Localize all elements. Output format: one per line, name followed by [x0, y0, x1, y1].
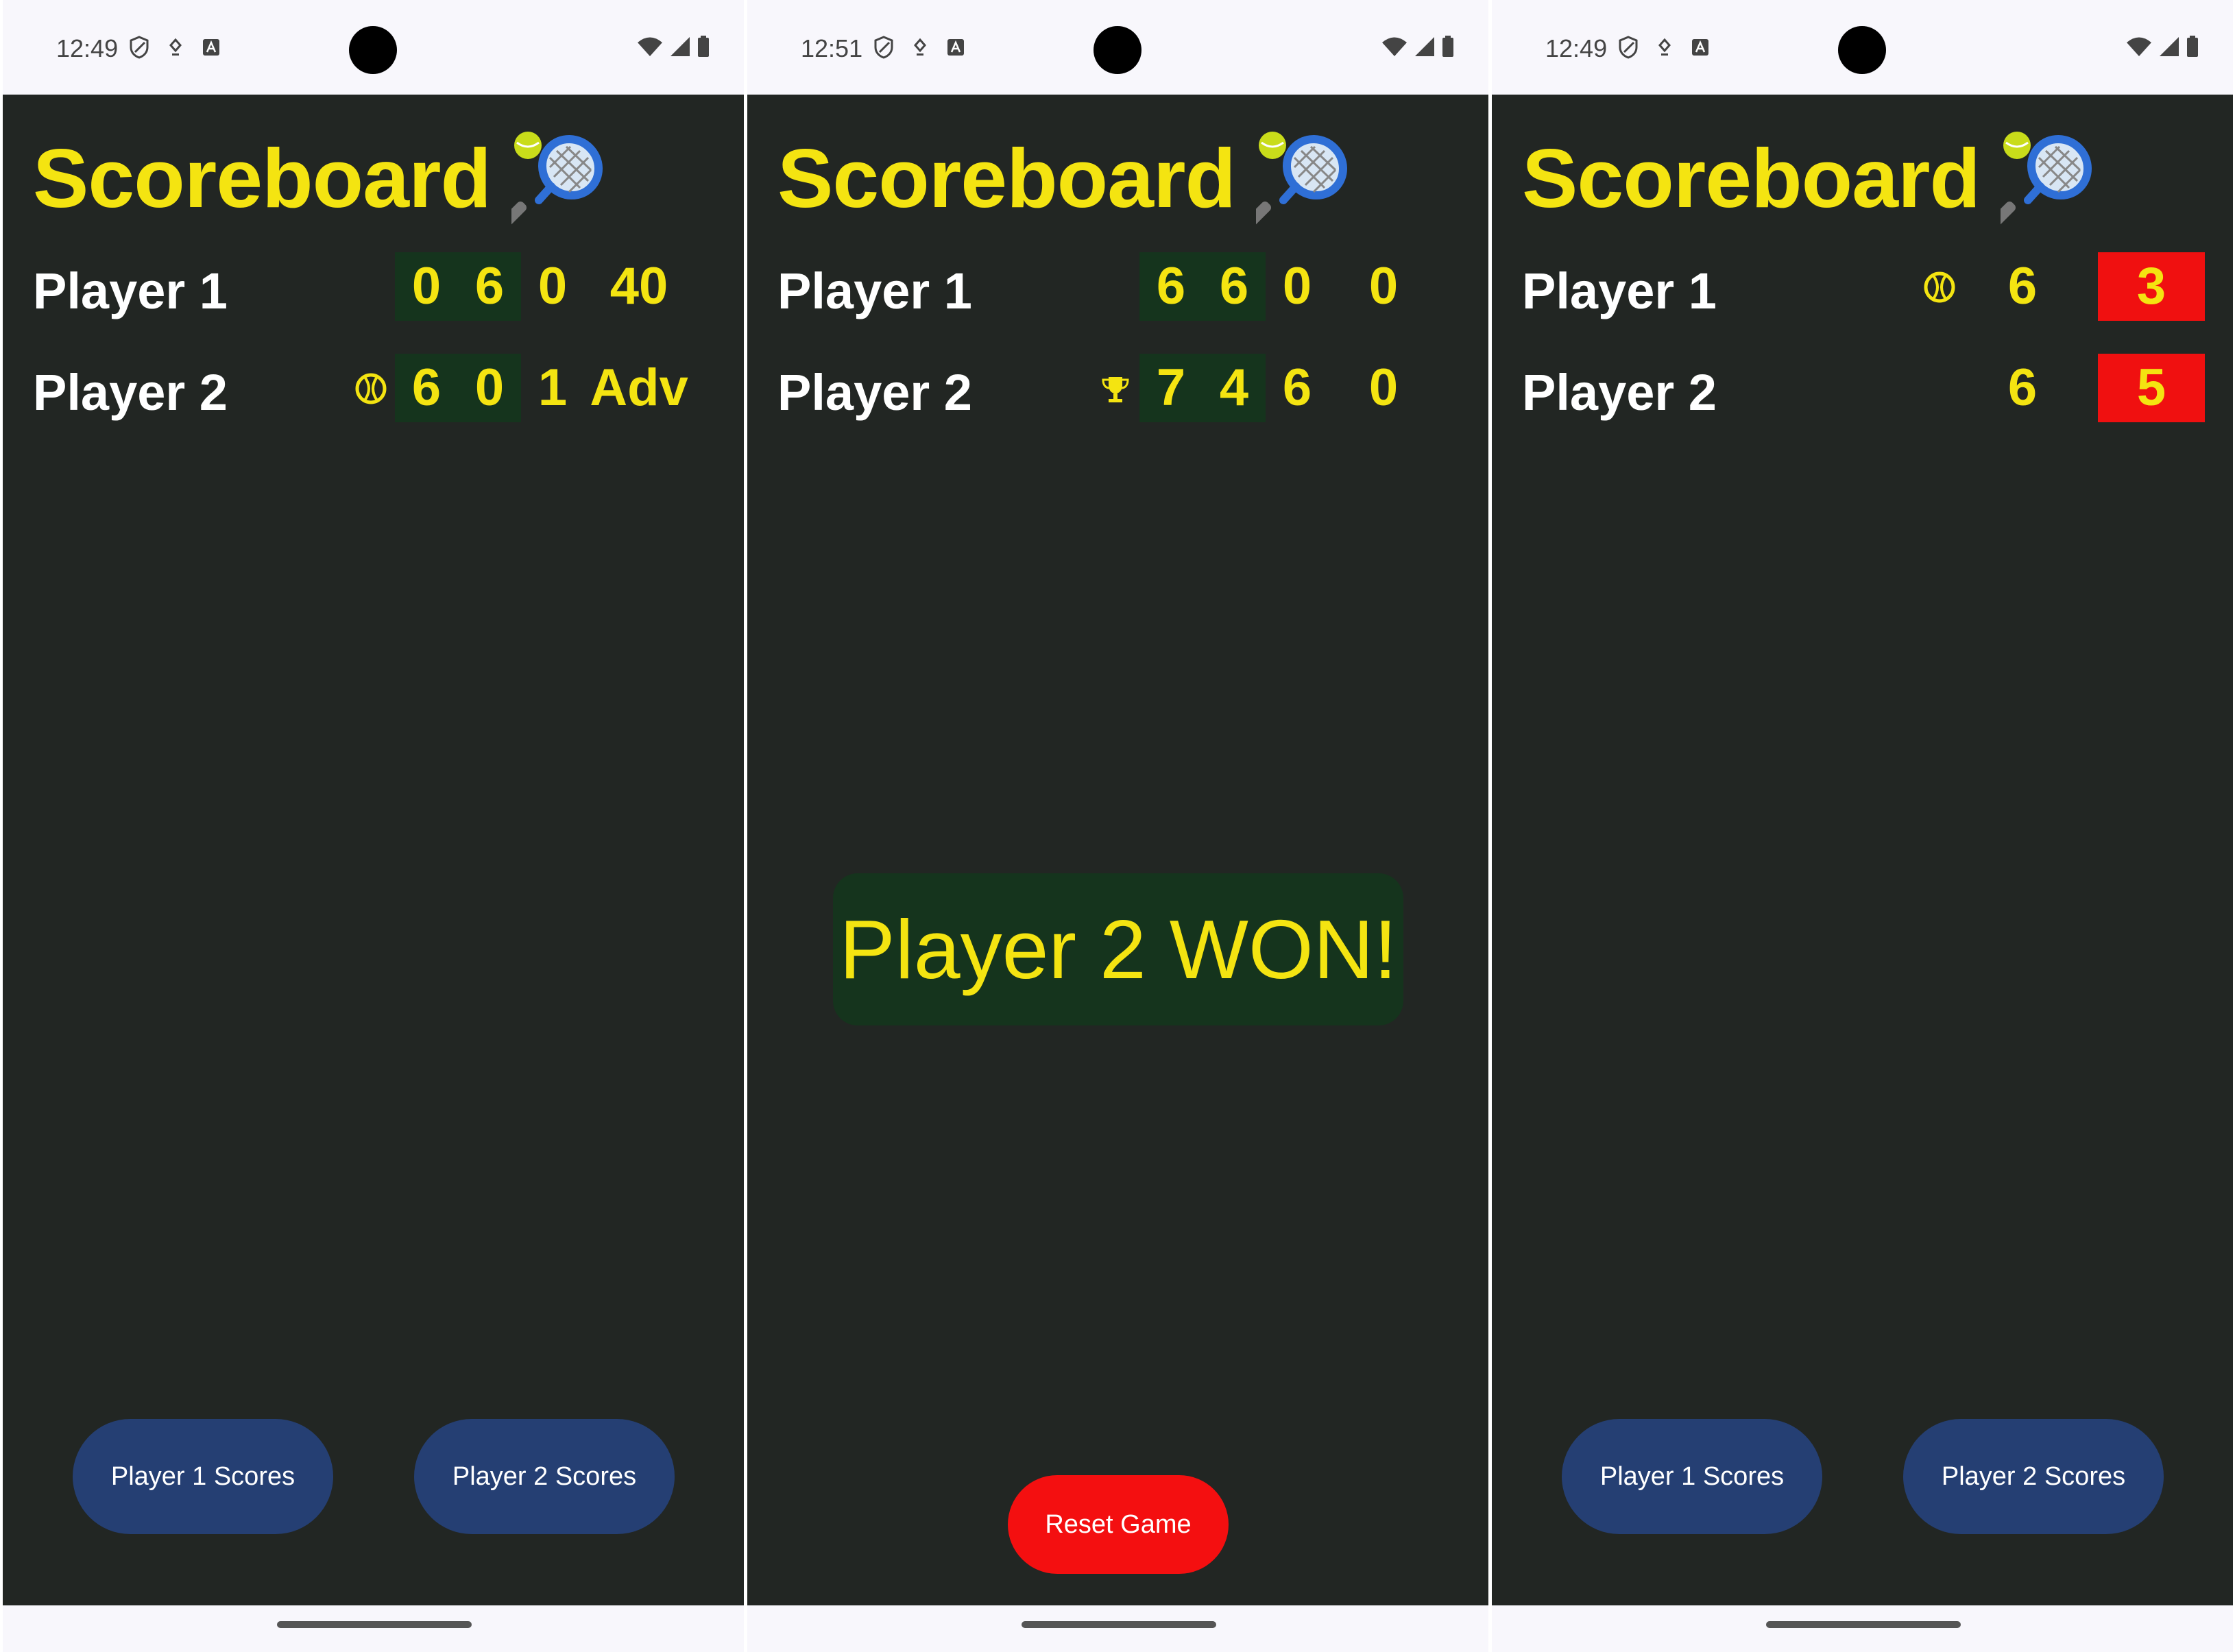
home-gesture-handle[interactable] [277, 1621, 472, 1628]
set-2-score: 6 [458, 252, 521, 321]
signal-icon [2160, 37, 2179, 56]
points-score: 40 [609, 257, 668, 315]
set-1-score: 7 [1139, 354, 1203, 422]
location-icon [169, 38, 182, 56]
signal-icon [1415, 37, 1434, 56]
shield-icon [874, 36, 893, 59]
player-1-scores-button[interactable]: Player 1 Scores [1562, 1419, 1822, 1534]
player-2-name: Player 2 [777, 364, 972, 421]
set-score: 6 [2007, 359, 2038, 417]
player-1-name: Player 1 [1522, 263, 1717, 319]
title-bar: Scoreboard [33, 130, 607, 226]
tennis-racket-icon [511, 132, 603, 226]
wifi-icon [638, 37, 662, 56]
page-title: Scoreboard [1522, 132, 1981, 225]
player-2-name: Player 2 [1522, 364, 1717, 421]
games-score: 0 [1282, 257, 1312, 315]
games-score: 1 [537, 359, 568, 417]
shield-icon [130, 36, 149, 59]
phone-screen-2: 12:51 Scoreboard Player 1 6 6 0 0 Player… [747, 0, 1488, 1652]
status-bar: 12:51 [747, 0, 1488, 95]
status-bar: 12:49 [3, 0, 744, 95]
points-score: 0 [1368, 257, 1399, 315]
points-score: 0 [1368, 359, 1399, 417]
set-2-score: 6 [1203, 252, 1266, 321]
scoreboard-screen: Scoreboard Player 1 0 6 0 40 Player 2 6 … [3, 95, 744, 1605]
page-title: Scoreboard [777, 132, 1236, 225]
player-2-row: Player 2 6 0 1 Adv [33, 354, 718, 422]
home-gesture-handle[interactable] [1022, 1621, 1216, 1628]
player-1-name: Player 1 [33, 263, 228, 319]
player-2-scores-button[interactable]: Player 2 Scores [414, 1419, 675, 1534]
status-time: 12:49 [1545, 34, 1608, 62]
player-2-row: Player 2 6 5 [1522, 354, 2208, 422]
battery-icon [698, 36, 709, 57]
battery-icon [2187, 36, 2198, 57]
tiebreak-score: 3 [2098, 252, 2205, 321]
tennis-racket-icon [1255, 132, 1347, 226]
player-2-row: Player 2 7 4 6 0 [777, 354, 1463, 422]
phone-screen-3: 12:49 Scoreboard Player 1 6 3 Player 2 6… [1492, 0, 2233, 1652]
location-icon [914, 38, 926, 56]
winner-banner: Player 2 WON! [833, 873, 1403, 1025]
scoreboard-screen: Scoreboard Player 1 6 3 Player 2 6 5 Pla… [1492, 95, 2233, 1605]
keyboard-a-icon [947, 39, 964, 56]
games-score: 0 [537, 257, 568, 315]
title-bar: Scoreboard [1522, 130, 2097, 226]
keyboard-a-icon [203, 39, 219, 56]
home-gesture-handle[interactable] [1766, 1621, 1961, 1628]
trophy-icon [1102, 377, 1129, 402]
tiebreak-score: 5 [2098, 354, 2205, 422]
player-1-name: Player 1 [777, 263, 972, 319]
signal-icon [670, 37, 690, 56]
status-time: 12:49 [56, 34, 119, 62]
player-2-scores-button[interactable]: Player 2 Scores [1903, 1419, 2164, 1534]
front-camera [1094, 26, 1141, 74]
player-1-row: Player 1 0 6 0 40 [33, 252, 718, 321]
title-bar: Scoreboard [777, 130, 1352, 226]
location-icon [1658, 38, 1671, 56]
set-score: 6 [2007, 257, 2038, 315]
status-bar: 12:49 [1492, 0, 2233, 95]
navigation-bar [1492, 1605, 2233, 1652]
front-camera [349, 26, 397, 74]
points-score: Adv [590, 359, 688, 417]
page-title: Scoreboard [33, 132, 492, 225]
player-1-scores-button[interactable]: Player 1 Scores [73, 1419, 333, 1534]
player-2-name: Player 2 [33, 364, 228, 421]
battery-icon [1442, 36, 1453, 57]
player-1-row: Player 1 6 3 [1522, 252, 2208, 321]
set-2-score: 4 [1203, 354, 1266, 422]
set-1-score: 6 [1139, 252, 1203, 321]
scoreboard-screen: Scoreboard Player 1 6 6 0 0 Player 2 7 4… [747, 95, 1488, 1605]
front-camera [1838, 26, 1886, 74]
navigation-bar [3, 1605, 744, 1652]
shield-icon [1619, 36, 1638, 59]
keyboard-a-icon [1692, 39, 1708, 56]
set-2-score: 0 [458, 354, 521, 422]
reset-game-button[interactable]: Reset Game [1008, 1475, 1229, 1574]
wifi-icon [2127, 37, 2151, 56]
phone-screen-1: 12:49 Scoreboard Player 1 0 6 0 40 Playe… [3, 0, 744, 1652]
tennis-racket-icon [2000, 132, 2092, 226]
navigation-bar [747, 1605, 1488, 1652]
tennis-ball-icon [1924, 271, 1955, 303]
set-1-score: 6 [395, 354, 458, 422]
wifi-icon [1382, 37, 1407, 56]
games-score: 6 [1282, 359, 1312, 417]
status-time: 12:51 [801, 34, 863, 62]
player-1-row: Player 1 6 6 0 0 [777, 252, 1463, 321]
tennis-ball-icon [355, 373, 387, 404]
set-1-score: 0 [395, 252, 458, 321]
